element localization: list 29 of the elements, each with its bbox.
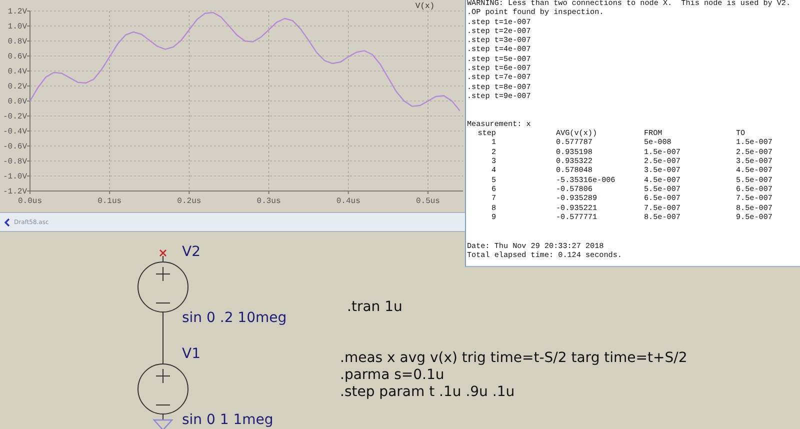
tick-label: -0.8V	[2, 158, 27, 166]
tick-label: -0.2V	[2, 112, 27, 122]
tick-label: 0.5us	[416, 197, 440, 206]
spice-directive: .step param t .1u .9u .1u	[340, 384, 516, 401]
component-name: V2	[182, 244, 200, 260]
tick-label: 0.0V	[8, 98, 27, 106]
tick-label: 0.6V	[8, 52, 27, 62]
tick-label: 0.4V	[8, 68, 27, 76]
component-name: V1	[182, 346, 200, 362]
component-value: sin 0 .2 10meg	[182, 310, 287, 326]
tick-label: -0.6V	[2, 142, 27, 152]
component-value: sin 0 1 1meg	[182, 412, 274, 428]
tick-label: 1.0V	[8, 22, 27, 32]
chevron-icon	[4, 218, 10, 226]
tick-label: 0.8V	[8, 38, 27, 46]
tick-label: 0.4us	[336, 197, 360, 206]
tick-label: -1.0V	[2, 172, 27, 182]
tick-label: 0.3us	[256, 197, 281, 206]
tick-label: -1.2V	[2, 188, 27, 196]
tick-label: 0.2V	[8, 82, 27, 92]
tick-label: -0.4V	[2, 128, 27, 136]
spice-directive: .meas x avg v(x) trig time=t-S/2 targ time=t+S/2	[340, 350, 688, 367]
tick-label: 0.2us	[177, 197, 202, 206]
spice-directive: .tran 1u	[347, 299, 402, 316]
tick-label: 0.0us	[18, 197, 42, 206]
trace-label: V(x)	[415, 2, 435, 11]
tick-label: 0.1us	[98, 197, 122, 206]
spice-directive: .parma s=0.1u	[340, 367, 446, 384]
tick-label: 1.2V	[8, 8, 27, 16]
